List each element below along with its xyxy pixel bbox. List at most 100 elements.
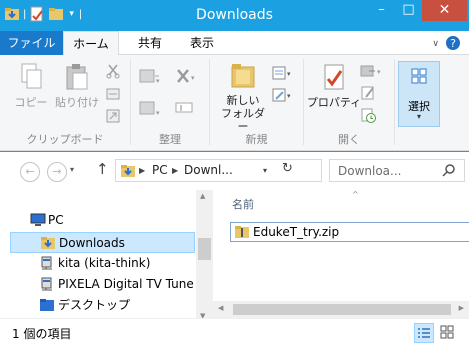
search-icon[interactable] — [442, 163, 456, 180]
nav-item-kita[interactable]: kita (kita-think) — [10, 253, 195, 274]
svg-text:▾: ▾ — [156, 77, 160, 85]
breadcrumb-pc[interactable]: PC — [152, 163, 168, 177]
explorer-window: | ▾ | Downloads – □ ✕ ファイル ホーム 共有 表示 ∨ ? — [0, 0, 469, 349]
copy-button[interactable]: コピー — [14, 63, 48, 109]
file-name: EdukeT_try.zip — [253, 225, 340, 239]
nav-item-label: kita (kita-think) — [58, 256, 151, 270]
cut-icon[interactable] — [105, 63, 121, 79]
paste-shortcut-icon[interactable] — [105, 108, 121, 124]
new-folder-label-2: フォルダー — [221, 107, 265, 133]
properties-icon — [320, 63, 348, 93]
ribbon: コピー 貼り付け クリップボード ▾ ▾ ▾ 整理 新しい フォルダー ▾ ▾ … — [0, 55, 469, 151]
file-list-hscrollbar[interactable]: ◀ ▶ — [213, 301, 469, 318]
ribbon-separator — [394, 59, 395, 145]
copy-path-icon[interactable] — [105, 86, 121, 102]
scroll-left-icon[interactable]: ◀ — [218, 304, 223, 312]
status-bar: 1 個の項目 — [0, 318, 469, 349]
up-arrow-icon: ↑ — [96, 160, 109, 178]
zip-folder-icon — [235, 225, 249, 242]
details-view-icon — [417, 326, 431, 343]
folder-icon — [40, 298, 54, 312]
nav-item-desktop[interactable]: デスクトップ — [10, 295, 195, 316]
search-placeholder: Downloa... — [338, 164, 402, 178]
properties-label: プロパティ — [306, 96, 362, 109]
organize-group: ▾ ▾ ▾ 整理 — [131, 55, 209, 151]
breadcrumb-downloads[interactable]: Downl... — [184, 163, 233, 177]
clipboard-group-label: クリップボード — [26, 133, 104, 146]
scroll-right-icon[interactable]: ▶ — [459, 304, 464, 312]
close-button[interactable]: ✕ — [422, 0, 467, 21]
svg-text:▾: ▾ — [156, 109, 160, 117]
downloads-folder-icon — [120, 163, 136, 182]
back-arrow-icon: ← — [25, 165, 35, 178]
nav-item-downloads[interactable]: Downloads — [10, 232, 195, 253]
select-button[interactable]: 選択 ▾ — [398, 61, 440, 127]
nav-item-label: デスクトップ — [58, 298, 131, 312]
scroll-up-icon[interactable]: ▲ — [200, 192, 205, 200]
sort-ascending-icon: ^ — [352, 190, 359, 199]
forward-button[interactable]: → — [47, 162, 67, 182]
open-group: プロパティ ▾ 開く — [304, 55, 394, 151]
open-icon[interactable]: ▾ — [360, 63, 388, 79]
file-item[interactable]: EdukeT_try.zip — [230, 222, 469, 242]
back-button[interactable]: ← — [20, 162, 40, 182]
minimize-button[interactable]: – — [368, 0, 395, 21]
nav-pane-scroll-thumb[interactable] — [198, 238, 211, 260]
large-icons-view-button[interactable] — [438, 323, 458, 343]
paste-label: 貼り付け — [55, 96, 99, 109]
address-dropdown-icon[interactable]: ▾ — [263, 166, 267, 175]
nav-pane-scrollbar[interactable]: ▲ ▼ — [196, 190, 213, 322]
tab-view[interactable]: 表示 — [180, 31, 224, 55]
easy-access-icon[interactable]: ▾ — [272, 87, 296, 103]
title-bar: | ▾ | Downloads – □ ✕ — [0, 0, 469, 31]
svg-text:▾: ▾ — [287, 92, 291, 100]
tab-file[interactable]: ファイル — [0, 31, 63, 55]
tab-share[interactable]: 共有 — [130, 31, 170, 55]
properties-button[interactable]: プロパティ — [306, 63, 362, 109]
paste-button[interactable]: 貼り付け — [55, 63, 99, 109]
svg-text:▾: ▾ — [377, 68, 381, 76]
ribbon-collapse-icon[interactable]: ∨ — [432, 39, 439, 49]
address-bar-row: ← → ▾ ↑ ▶ PC ▶ Downl... ▾ ↻ Downloa... — [0, 152, 469, 190]
new-group-label: 新規 — [245, 133, 268, 146]
rename-icon[interactable] — [175, 101, 195, 115]
details-view-button[interactable] — [414, 323, 434, 343]
file-list-scroll-thumb[interactable] — [233, 304, 451, 315]
item-count: 1 個の項目 — [12, 327, 72, 341]
search-input[interactable]: Downloa... — [329, 159, 465, 182]
breadcrumb-chevron-icon[interactable]: ▶ — [172, 166, 178, 175]
new-folder-button[interactable]: 新しい フォルダー — [216, 61, 270, 133]
column-header-name[interactable]: 名前 — [232, 196, 254, 212]
tab-home[interactable]: ホーム — [63, 31, 119, 56]
svg-text:▾: ▾ — [287, 70, 291, 78]
new-item-icon[interactable]: ▾ — [272, 65, 296, 81]
maximize-button[interactable]: □ — [395, 0, 422, 21]
help-icon[interactable]: ? — [445, 35, 461, 51]
refresh-icon[interactable]: ↻ — [282, 161, 293, 176]
paste-icon — [64, 63, 90, 93]
delete-icon[interactable]: ▾ — [175, 67, 197, 85]
nav-item-label: PIXELA Digital TV Tune — [58, 277, 194, 291]
nav-item-pc[interactable]: PC — [10, 210, 195, 231]
organize-group-label: 整理 — [159, 133, 181, 146]
edit-icon[interactable] — [360, 85, 376, 101]
clipboard-group: コピー 貼り付け クリップボード — [0, 55, 130, 151]
svg-text:▾: ▾ — [191, 74, 195, 82]
copy-icon — [18, 63, 44, 93]
svg-text:?: ? — [450, 37, 456, 50]
new-group: 新しい フォルダー ▾ ▾ 新規 — [210, 55, 303, 151]
recent-locations-icon[interactable]: ▾ — [70, 165, 74, 174]
breadcrumb-chevron-icon[interactable]: ▶ — [139, 166, 145, 175]
select-dropdown-icon: ▾ — [416, 112, 421, 121]
copy-to-icon[interactable]: ▾ — [139, 99, 161, 117]
nav-item-label: PC — [48, 213, 64, 227]
up-button[interactable]: ↑ — [96, 160, 109, 178]
nav-item-pixela[interactable]: PIXELA Digital TV Tune — [10, 274, 195, 295]
history-icon[interactable] — [360, 107, 376, 123]
new-folder-icon — [229, 61, 257, 91]
network-drive-icon — [40, 256, 54, 270]
address-box[interactable]: ▶ PC ▶ Downl... ▾ ↻ — [115, 159, 322, 182]
nav-item-label: Downloads — [59, 236, 125, 250]
move-to-icon[interactable]: ▾ — [139, 67, 161, 85]
pc-icon — [30, 213, 46, 227]
